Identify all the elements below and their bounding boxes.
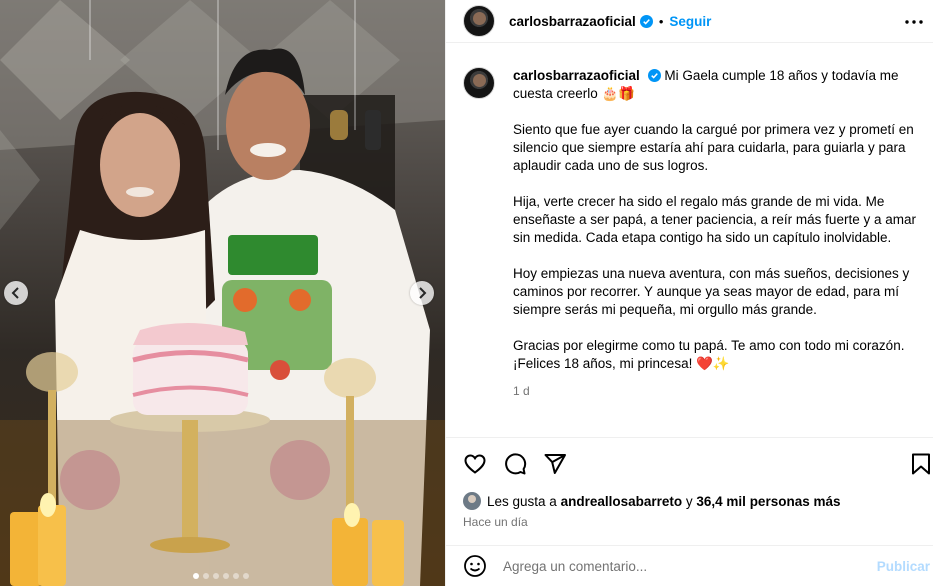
carousel-dot [223, 573, 229, 579]
caption-section: carlosbarrazaoficial Mi Gaela cumple 18 … [446, 44, 933, 436]
comment-icon[interactable] [503, 452, 527, 476]
carousel-dot [213, 573, 219, 579]
verified-badge-icon [639, 14, 653, 28]
post-details-panel: carlosbarrazaoficial • Seguir carlosbarr… [445, 0, 933, 586]
caption-first-paragraph: carlosbarrazaoficial Mi Gaela cumple 18 … [513, 67, 918, 103]
verified-badge-icon [647, 69, 661, 82]
post-header: carlosbarrazaoficial • Seguir [446, 0, 933, 43]
separator-dot: • [658, 13, 664, 29]
caption-age[interactable]: 1 d [513, 382, 918, 400]
emoji-icon[interactable] [463, 554, 487, 578]
caption-paragraph: Siento que fue ayer cuando la cargué por… [513, 122, 914, 173]
chevron-right-icon [419, 287, 427, 299]
action-bar [446, 437, 933, 487]
share-icon[interactable] [543, 452, 567, 476]
carousel-next-button[interactable] [410, 281, 434, 305]
carousel-dot [203, 573, 209, 579]
more-options-icon [905, 20, 923, 24]
carousel-prev-button[interactable] [4, 281, 28, 305]
caption-paragraph: Hija, verte crecer ha sido el regalo más… [513, 194, 916, 245]
bookmark-icon[interactable] [909, 452, 933, 476]
comment-bar: Publicar [446, 545, 933, 586]
liker-username[interactable]: andreallosabarreto [561, 494, 683, 509]
caption-paragraph: Gracias por elegirme como tu papá. Te am… [513, 338, 905, 371]
likes-joiner: y [685, 493, 693, 509]
likes-summary[interactable]: Les gusta a andreallosabarreto y 36,4 mi… [463, 492, 840, 510]
post-timestamp[interactable]: Hace un día [463, 515, 528, 529]
comment-input[interactable] [503, 558, 863, 574]
carousel-dot [233, 573, 239, 579]
follow-button[interactable]: Seguir [669, 14, 711, 29]
caption-author-username[interactable]: carlosbarrazaoficial [513, 68, 640, 83]
author-avatar[interactable] [463, 5, 495, 37]
more-options-button[interactable] [904, 12, 924, 32]
liker-avatar[interactable] [463, 492, 481, 510]
heart-icon[interactable] [463, 452, 487, 476]
post-media[interactable] [0, 0, 445, 586]
chevron-left-icon [11, 287, 19, 299]
carousel-dot [193, 573, 199, 579]
caption-paragraph: Hoy empiezas una nueva aventura, con más… [513, 266, 910, 317]
caption-text: carlosbarrazaoficial Mi Gaela cumple 18 … [513, 67, 918, 436]
carousel-indicator [193, 573, 249, 579]
likes-count[interactable]: 36,4 mil personas más [696, 494, 840, 509]
carousel-dot [243, 573, 249, 579]
post-photo [0, 0, 445, 586]
publish-button[interactable]: Publicar [877, 559, 930, 574]
likes-prefix: Les gusta a [487, 493, 557, 509]
author-username[interactable]: carlosbarrazaoficial [509, 14, 636, 29]
caption-author-avatar[interactable] [463, 67, 495, 99]
